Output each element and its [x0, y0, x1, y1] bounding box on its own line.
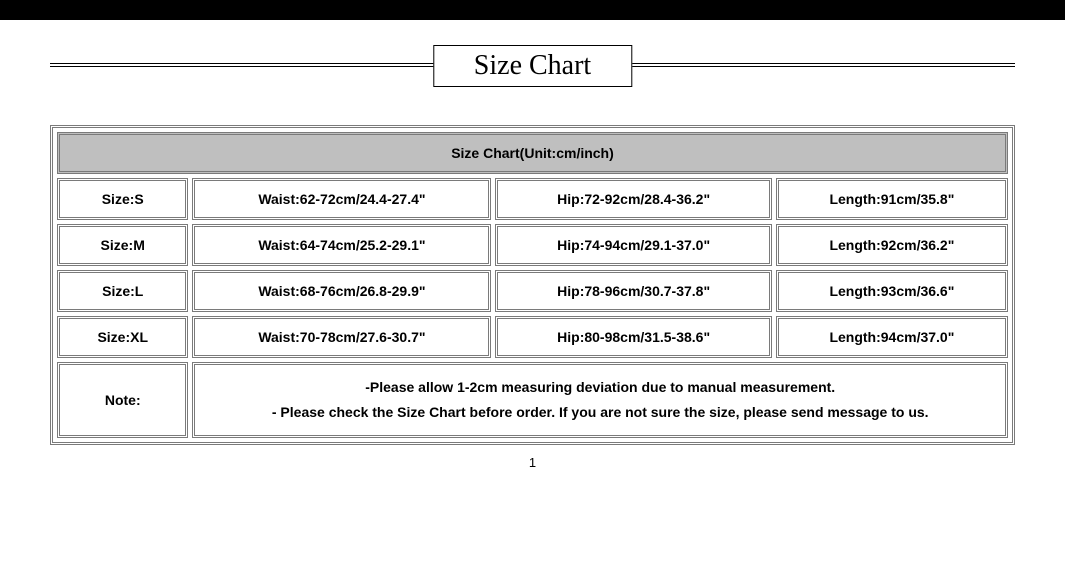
- note-label: Note:: [57, 362, 188, 438]
- title-section: Size Chart: [0, 45, 1065, 105]
- table-header: Size Chart(Unit:cm/inch): [57, 132, 1008, 174]
- table-row: Size:M Waist:64-74cm/25.2-29.1" Hip:74-9…: [57, 224, 1008, 266]
- note-row: Note: -Please allow 1-2cm measuring devi…: [57, 362, 1008, 438]
- cell-waist: Waist:70-78cm/27.6-30.7": [192, 316, 491, 358]
- cell-length: Length:91cm/35.8": [776, 178, 1008, 220]
- cell-hip: Hip:80-98cm/31.5-38.6": [495, 316, 771, 358]
- cell-waist: Waist:64-74cm/25.2-29.1": [192, 224, 491, 266]
- cell-length: Length:92cm/36.2": [776, 224, 1008, 266]
- size-chart-table-wrap: Size Chart(Unit:cm/inch) Size:S Waist:62…: [50, 125, 1015, 445]
- size-chart-table: Size Chart(Unit:cm/inch) Size:S Waist:62…: [50, 125, 1015, 445]
- table-row: Size:S Waist:62-72cm/24.4-27.4" Hip:72-9…: [57, 178, 1008, 220]
- cell-length: Length:93cm/36.6": [776, 270, 1008, 312]
- note-text: -Please allow 1-2cm measuring deviation …: [192, 362, 1008, 438]
- note-line-1: -Please allow 1-2cm measuring deviation …: [203, 375, 997, 400]
- table-row: Size:L Waist:68-76cm/26.8-29.9" Hip:78-9…: [57, 270, 1008, 312]
- cell-size: Size:M: [57, 224, 188, 266]
- page-title: Size Chart: [433, 45, 632, 87]
- top-black-bar: [0, 0, 1065, 20]
- page-number: 1: [0, 455, 1065, 470]
- table-row: Size:XL Waist:70-78cm/27.6-30.7" Hip:80-…: [57, 316, 1008, 358]
- cell-waist: Waist:62-72cm/24.4-27.4": [192, 178, 491, 220]
- cell-waist: Waist:68-76cm/26.8-29.9": [192, 270, 491, 312]
- cell-length: Length:94cm/37.0": [776, 316, 1008, 358]
- cell-hip: Hip:78-96cm/30.7-37.8": [495, 270, 771, 312]
- cell-size: Size:S: [57, 178, 188, 220]
- note-line-2: - Please check the Size Chart before ord…: [203, 400, 997, 425]
- cell-hip: Hip:72-92cm/28.4-36.2": [495, 178, 771, 220]
- cell-size: Size:XL: [57, 316, 188, 358]
- cell-size: Size:L: [57, 270, 188, 312]
- cell-hip: Hip:74-94cm/29.1-37.0": [495, 224, 771, 266]
